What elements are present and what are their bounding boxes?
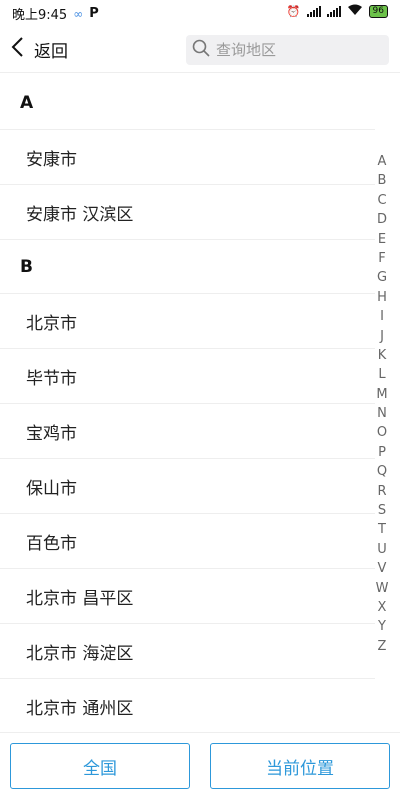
index-letter[interactable]: N — [377, 404, 387, 423]
list-item[interactable]: 北京市 — [0, 294, 375, 349]
alarm-icon: ⏰ — [286, 5, 301, 18]
status-bar: 晚上9:45 ∞ P ⏰ 96 — [0, 0, 400, 26]
list-item[interactable]: 北京市 通州区 — [0, 679, 375, 731]
index-letter[interactable]: O — [377, 423, 387, 442]
section-header-a: A — [0, 76, 375, 130]
index-letter[interactable]: Y — [378, 617, 386, 636]
index-letter[interactable]: P — [378, 443, 386, 462]
back-label: 返回 — [34, 41, 68, 62]
alphabet-index[interactable]: A B C D E F G H I J K L M N O P Q R S T … — [374, 152, 390, 656]
list-item[interactable]: 北京市 昌平区 — [0, 569, 375, 624]
list-item[interactable]: 安康市 汉滨区 — [0, 185, 375, 240]
list-item[interactable]: 百色市 — [0, 514, 375, 569]
index-letter[interactable]: T — [378, 520, 386, 539]
status-right: ⏰ 96 — [287, 4, 388, 19]
index-letter[interactable]: L — [378, 365, 385, 384]
infinity-icon: ∞ — [73, 6, 84, 21]
status-left: 晚上9:45 ∞ P — [12, 4, 99, 23]
index-letter[interactable]: U — [377, 540, 387, 559]
index-letter[interactable]: M — [376, 385, 387, 404]
battery-icon: 96 — [368, 5, 388, 18]
index-letter[interactable]: H — [377, 288, 387, 307]
search-icon — [186, 39, 210, 61]
search-input[interactable] — [214, 40, 388, 60]
index-letter[interactable]: D — [377, 210, 387, 229]
battery-level: 96 — [372, 6, 384, 16]
index-letter[interactable]: S — [378, 501, 386, 520]
index-letter[interactable]: Z — [378, 637, 387, 656]
index-letter[interactable]: B — [378, 171, 387, 190]
current-location-button[interactable]: 当前位置 — [210, 743, 390, 789]
list-item[interactable]: 安康市 — [0, 130, 375, 185]
index-letter[interactable]: G — [377, 268, 387, 287]
search-box[interactable] — [186, 35, 389, 65]
header-bar: 返回 — [0, 26, 400, 73]
index-letter[interactable]: Q — [377, 462, 387, 481]
index-letter[interactable]: A — [378, 152, 387, 171]
list-item[interactable]: 北京市 海淀区 — [0, 624, 375, 679]
index-letter[interactable]: R — [377, 482, 386, 501]
index-letter[interactable]: X — [378, 598, 387, 617]
chevron-left-icon — [10, 36, 26, 62]
index-letter[interactable]: W — [376, 579, 389, 598]
bottom-bar: 全国 当前位置 — [0, 732, 400, 801]
index-letter[interactable]: K — [378, 346, 387, 365]
index-letter[interactable]: F — [378, 249, 385, 268]
back-button[interactable]: 返回 — [10, 34, 68, 64]
index-letter[interactable]: C — [377, 191, 386, 210]
nationwide-button[interactable]: 全国 — [10, 743, 190, 789]
index-letter[interactable]: J — [380, 327, 384, 346]
list-item[interactable]: 毕节市 — [0, 349, 375, 404]
status-time: 晚上9:45 — [12, 8, 68, 23]
wifi-icon — [347, 4, 363, 19]
signal-icon — [326, 6, 341, 17]
list-item[interactable]: 保山市 — [0, 459, 375, 514]
section-header-b: B — [0, 240, 375, 294]
index-letter[interactable]: E — [378, 230, 386, 249]
region-list: A 安康市 安康市 汉滨区 B 北京市 毕节市 宝鸡市 保山市 百色市 北京市 … — [0, 76, 375, 731]
signal-icon — [306, 6, 321, 17]
index-letter[interactable]: I — [380, 307, 384, 326]
list-item[interactable]: 宝鸡市 — [0, 404, 375, 459]
p-icon: P — [89, 6, 99, 21]
index-letter[interactable]: V — [378, 559, 387, 578]
